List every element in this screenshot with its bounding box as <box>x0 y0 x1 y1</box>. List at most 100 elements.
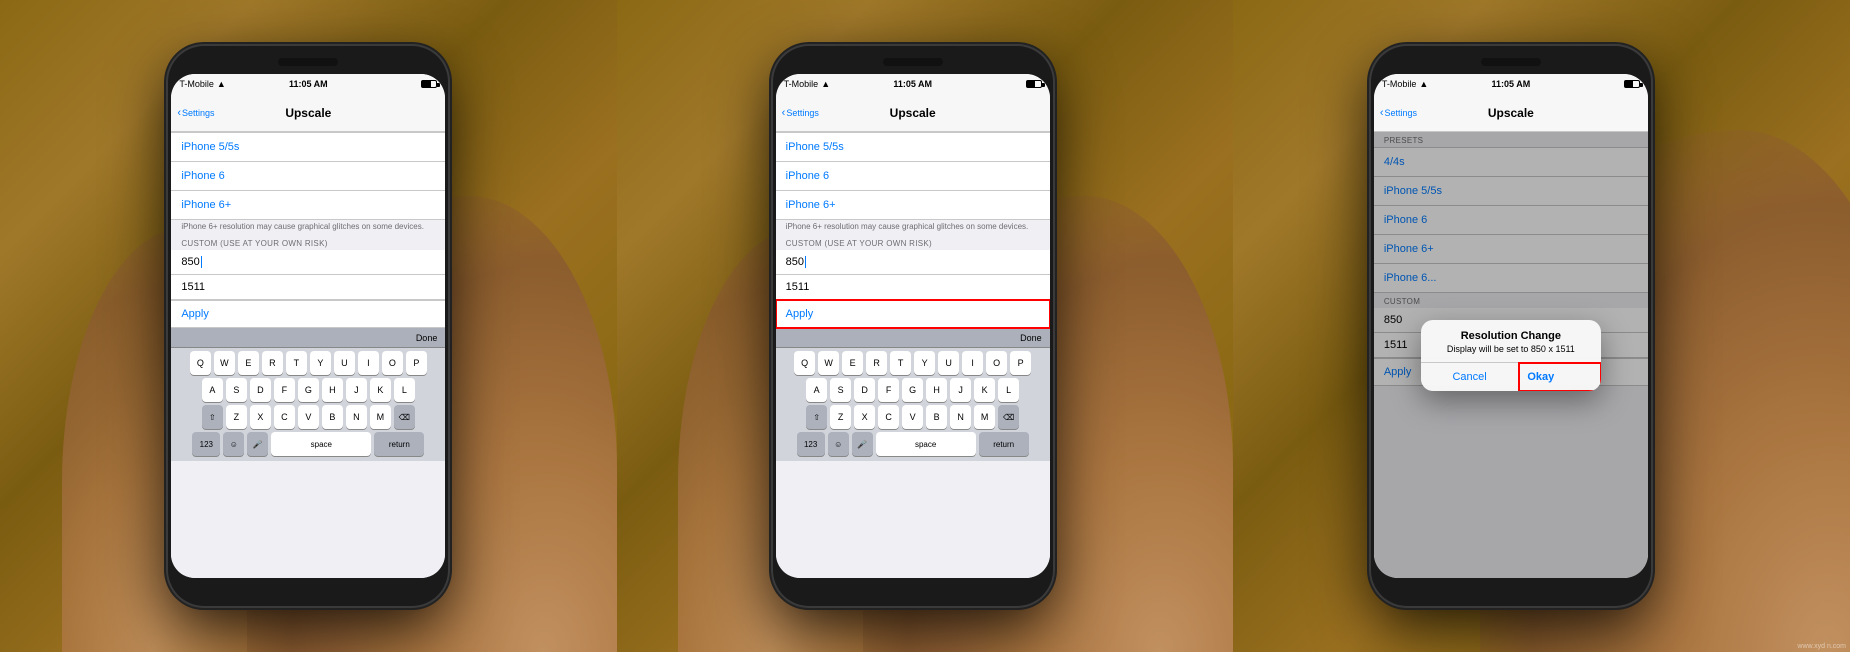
key2-k[interactable]: K <box>974 378 995 402</box>
carrier-1: T-Mobile <box>179 79 214 89</box>
key2-j[interactable]: J <box>950 378 971 402</box>
key-z[interactable]: Z <box>226 405 247 429</box>
key-f[interactable]: F <box>274 378 295 402</box>
key-123[interactable]: 123 <box>192 432 220 456</box>
key2-h[interactable]: H <box>926 378 947 402</box>
key2-i[interactable]: I <box>962 351 983 375</box>
key-w[interactable]: W <box>214 351 235 375</box>
time-3: 11:05 AM <box>1492 79 1531 89</box>
key-x[interactable]: X <box>250 405 271 429</box>
back-label-3: Settings <box>1385 108 1418 118</box>
key-b[interactable]: B <box>322 405 343 429</box>
key-k[interactable]: K <box>370 378 391 402</box>
key-e[interactable]: E <box>238 351 259 375</box>
key2-mic[interactable]: 🎤 <box>852 432 873 456</box>
key2-123[interactable]: 123 <box>797 432 825 456</box>
key2-b[interactable]: B <box>926 405 947 429</box>
key-return[interactable]: return <box>374 432 424 456</box>
key-row-2-3: ⇧ Z X C V B N M ⌫ <box>778 405 1048 429</box>
key2-a[interactable]: A <box>806 378 827 402</box>
key-h[interactable]: H <box>322 378 343 402</box>
custom-section-1: 850 1511 Apply <box>171 250 445 328</box>
panel-3: www.xyd n.com T-Mobile ▲ 11:05 AM ‹ <box>1233 0 1850 652</box>
field2-1[interactable]: 1511 <box>171 275 445 300</box>
key2-d[interactable]: D <box>854 378 875 402</box>
key-p[interactable]: P <box>406 351 427 375</box>
key-r[interactable]: R <box>262 351 283 375</box>
presets-section-1: iPhone 5/5s iPhone 6 iPhone 6+ <box>171 132 445 220</box>
key2-g[interactable]: G <box>902 378 923 402</box>
key2-t[interactable]: T <box>890 351 911 375</box>
key2-x[interactable]: X <box>854 405 875 429</box>
cancel-button-3[interactable]: Cancel <box>1421 363 1520 391</box>
key-q[interactable]: Q <box>190 351 211 375</box>
key2-q[interactable]: Q <box>794 351 815 375</box>
custom-label-2: CUSTOM (USE AT YOUR OWN RISK) <box>776 235 1050 250</box>
key2-y[interactable]: Y <box>914 351 935 375</box>
key2-emoji[interactable]: ☺ <box>828 432 849 456</box>
key2-shift[interactable]: ⇧ <box>806 405 827 429</box>
key-s[interactable]: S <box>226 378 247 402</box>
iphone-6-1[interactable]: iPhone 6 <box>171 162 445 191</box>
key-shift[interactable]: ⇧ <box>202 405 223 429</box>
iphone-55s-2[interactable]: iPhone 5/5s <box>776 132 1050 162</box>
status-right-3 <box>1624 80 1640 88</box>
key2-m[interactable]: M <box>974 405 995 429</box>
key2-u[interactable]: U <box>938 351 959 375</box>
back-button-1[interactable]: ‹ Settings <box>177 107 214 119</box>
key2-space[interactable]: space <box>876 432 976 456</box>
key2-r[interactable]: R <box>866 351 887 375</box>
key-c[interactable]: C <box>274 405 295 429</box>
key2-f[interactable]: F <box>878 378 899 402</box>
apply-btn-1[interactable]: Apply <box>171 300 445 328</box>
key-l[interactable]: L <box>394 378 415 402</box>
key2-n[interactable]: N <box>950 405 971 429</box>
key2-e[interactable]: E <box>842 351 863 375</box>
okay-button-3[interactable]: Okay <box>1519 363 1562 391</box>
back-button-3[interactable]: ‹ Settings <box>1380 107 1417 119</box>
iphone-6-2[interactable]: iPhone 6 <box>776 162 1050 191</box>
key-emoji[interactable]: ☺ <box>223 432 244 456</box>
dialog-message-3: Display will be set to 850 x 1511 <box>1421 344 1601 362</box>
field1-1[interactable]: 850 <box>171 250 445 275</box>
key-u[interactable]: U <box>334 351 355 375</box>
time-2: 11:05 AM <box>893 79 932 89</box>
keyboard-toolbar-1: Done <box>171 328 445 348</box>
iphone-frame-2: T-Mobile ▲ 11:05 AM ‹ Settings Upscale <box>773 46 1053 606</box>
field2-2[interactable]: 1511 <box>776 275 1050 300</box>
key2-z[interactable]: Z <box>830 405 851 429</box>
key-t[interactable]: T <box>286 351 307 375</box>
apply-btn-2[interactable]: Apply <box>776 300 1050 328</box>
key2-p[interactable]: P <box>1010 351 1031 375</box>
key2-w[interactable]: W <box>818 351 839 375</box>
key2-l[interactable]: L <box>998 378 1019 402</box>
key-space[interactable]: space <box>271 432 371 456</box>
key-g[interactable]: G <box>298 378 319 402</box>
key-v[interactable]: V <box>298 405 319 429</box>
field1-2[interactable]: 850 <box>776 250 1050 275</box>
key2-c[interactable]: C <box>878 405 899 429</box>
back-button-2[interactable]: ‹ Settings <box>782 107 819 119</box>
key2-v[interactable]: V <box>902 405 923 429</box>
key2-return[interactable]: return <box>979 432 1029 456</box>
status-bar-3: T-Mobile ▲ 11:05 AM <box>1374 74 1648 94</box>
key-j[interactable]: J <box>346 378 367 402</box>
key-mic[interactable]: 🎤 <box>247 432 268 456</box>
keyboard-1: Done Q W E R T Y U I O P <box>171 328 445 461</box>
dialog-box-3: Resolution Change Display will be set to… <box>1421 320 1601 391</box>
key-m[interactable]: M <box>370 405 391 429</box>
iphone-6plus-2[interactable]: iPhone 6+ <box>776 191 1050 220</box>
key2-s[interactable]: S <box>830 378 851 402</box>
iphone-55s-1[interactable]: iPhone 5/5s <box>171 132 445 162</box>
key-n[interactable]: N <box>346 405 367 429</box>
key2-o[interactable]: O <box>986 351 1007 375</box>
key2-delete[interactable]: ⌫ <box>998 405 1019 429</box>
iphone-screen-3: T-Mobile ▲ 11:05 AM ‹ Settings Upscale <box>1374 74 1648 578</box>
key-d[interactable]: D <box>250 378 271 402</box>
key-delete[interactable]: ⌫ <box>394 405 415 429</box>
key-i[interactable]: I <box>358 351 379 375</box>
iphone-6plus-1[interactable]: iPhone 6+ <box>171 191 445 220</box>
key-o[interactable]: O <box>382 351 403 375</box>
key-y[interactable]: Y <box>310 351 331 375</box>
key-a[interactable]: A <box>202 378 223 402</box>
